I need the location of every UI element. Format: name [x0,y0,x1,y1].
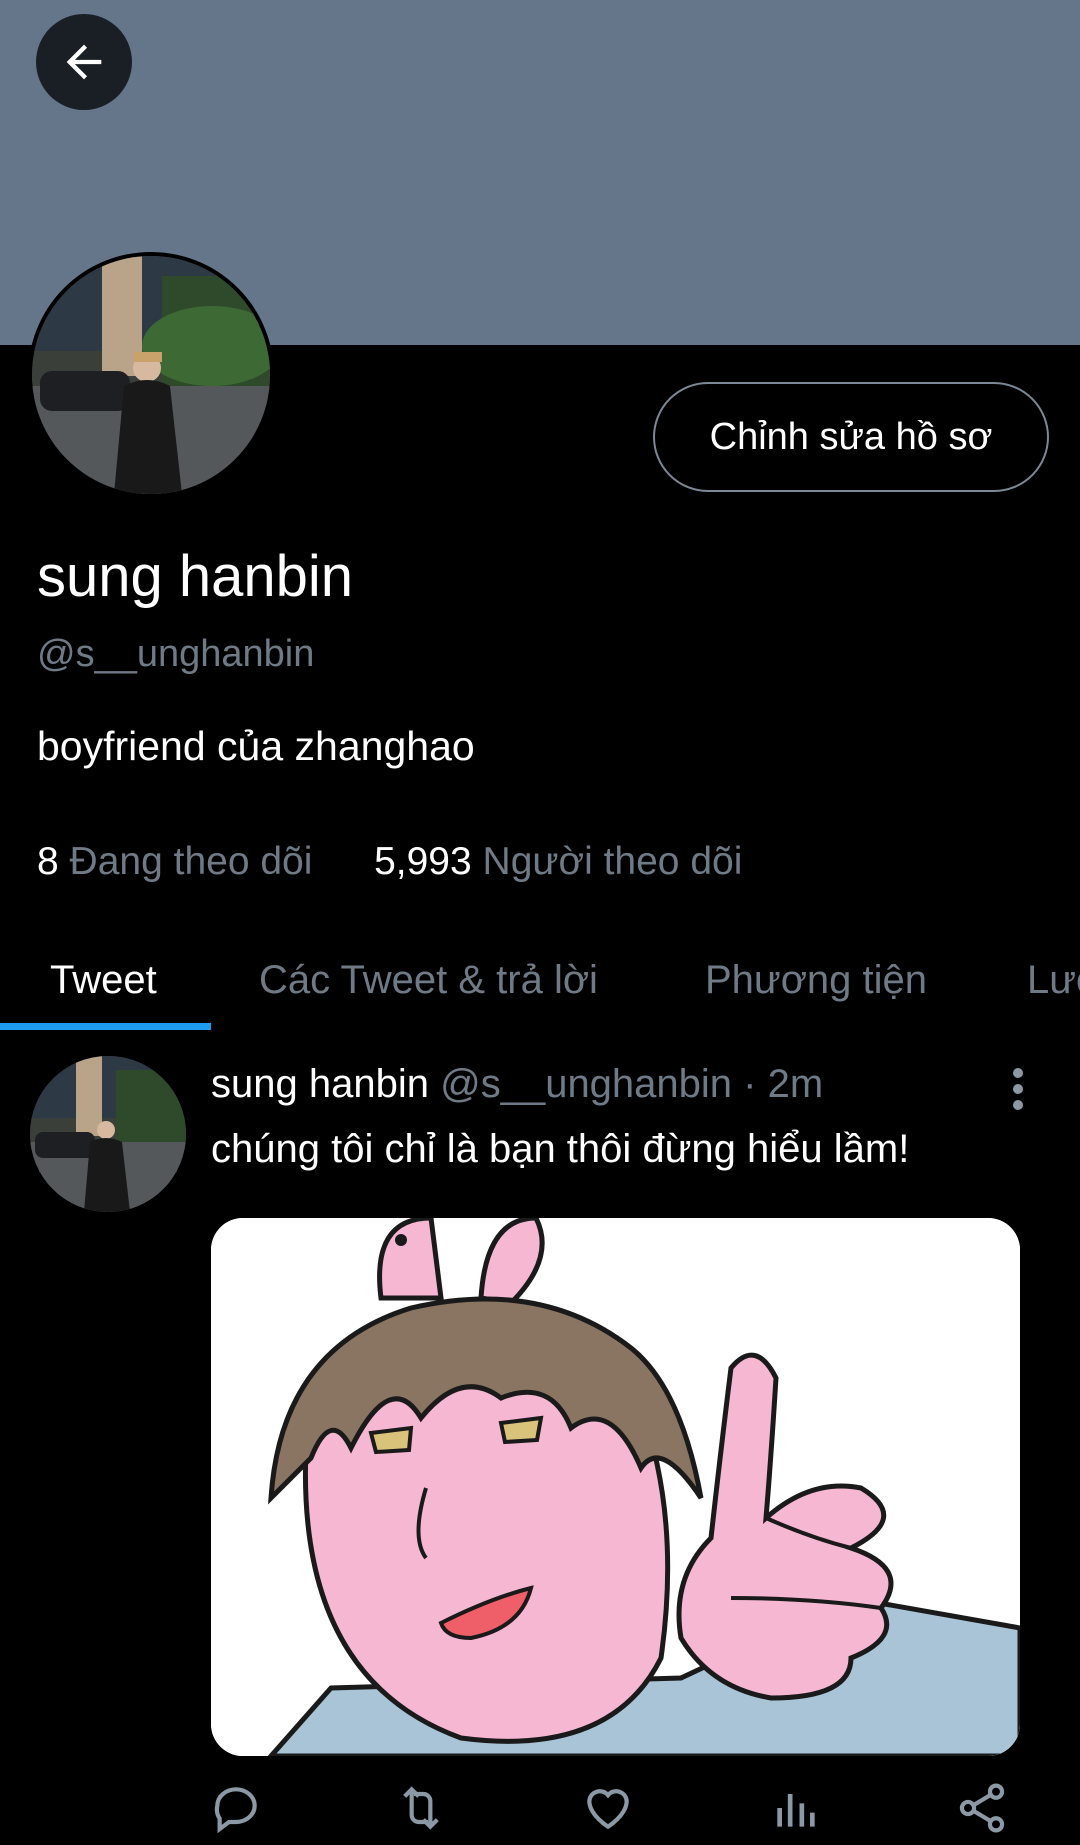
like-icon [587,1789,629,1830]
like-button[interactable] [580,1780,636,1836]
arrow-left-icon [66,44,102,80]
tweet-author-name[interactable]: sung hanbin [211,1062,429,1106]
tweet-header: sung hanbin @s__unghanbin · 2m [211,1062,823,1107]
following-label: Đang theo dõi [69,840,313,883]
tweet-time: 2m [767,1062,824,1106]
tweet-actions [0,1772,1080,1840]
more-vertical-icon [1013,1068,1023,1110]
retweet-icon [403,1786,439,1830]
share-button[interactable] [954,1780,1010,1836]
avatar-photo [32,256,270,494]
tweet-author-handle[interactable]: @s__unghanbin [440,1062,732,1106]
followers-link[interactable]: 5,993 Người theo dõi [363,840,742,883]
profile-bio: boyfriend của zhanghao [37,723,475,769]
profile-tabs: Tweet Các Tweet & trả lời Phương tiện Lư… [0,930,1080,1030]
active-tab-indicator [0,1023,211,1030]
tweet-more-button[interactable] [1000,1064,1036,1114]
following-count: 8 [37,840,59,883]
reply-icon [214,1787,257,1834]
followers-count: 5,993 [374,840,472,883]
reply-button[interactable] [208,1780,264,1836]
profile-handle: @s__unghanbin [37,633,315,675]
tweet-media-image[interactable] [211,1218,1020,1756]
edit-profile-button[interactable]: Chỉnh sửa hồ sơ [653,382,1049,492]
tab-tweets-replies[interactable]: Các Tweet & trả lời [259,930,598,1030]
retweet-button[interactable] [393,1780,449,1836]
tab-likes[interactable]: Lượt thích [1027,930,1080,1030]
analytics-button[interactable] [768,1780,824,1836]
cartoon-pointing-boy-image [211,1218,1020,1756]
tweet-author-avatar[interactable] [30,1056,186,1212]
tab-tweets[interactable]: Tweet [50,930,157,1030]
analytics-icon [777,1794,815,1827]
profile-name: sung hanbin [37,544,354,609]
followers-label: Người theo dõi [482,840,743,883]
share-icon [959,1783,1005,1833]
back-button[interactable] [36,14,132,110]
tweet-text: chúng tôi chỉ là bạn thôi đừng hiểu lầm! [211,1127,910,1171]
profile-stats: 8 Đang theo dõi 5,993 Người theo dõi [37,840,742,884]
avatar-photo [30,1056,186,1212]
tab-media[interactable]: Phương tiện [705,930,927,1030]
following-link[interactable]: 8 Đang theo dõi [37,840,323,883]
tweet-separator: · [743,1062,757,1106]
profile-avatar[interactable] [28,252,274,498]
